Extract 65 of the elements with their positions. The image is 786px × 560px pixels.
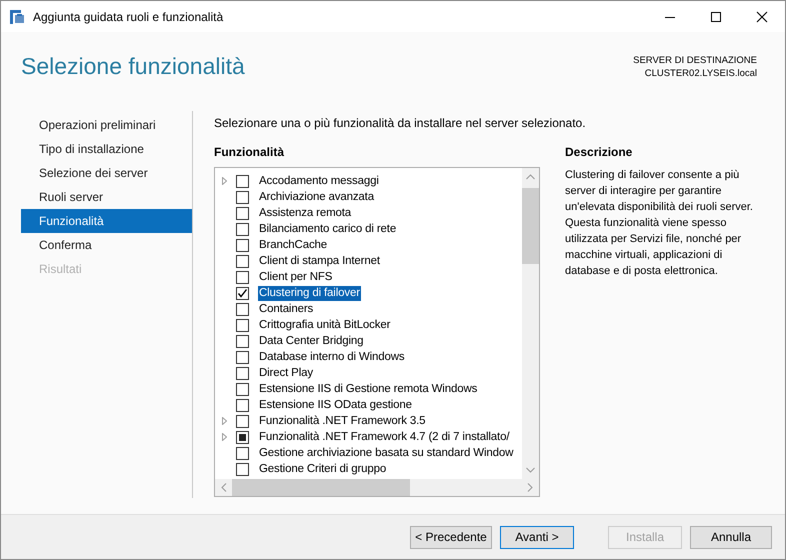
checkbox[interactable] xyxy=(236,302,249,316)
wizard-step[interactable]: Selezione dei server xyxy=(21,161,192,185)
checkbox[interactable] xyxy=(236,446,249,460)
checkbox[interactable] xyxy=(236,414,249,428)
feature-label[interactable]: Accodamento messaggi xyxy=(258,174,380,188)
expand-icon[interactable] xyxy=(222,177,227,185)
feature-label[interactable]: Estensione IIS di Gestione remota Windows xyxy=(258,382,478,396)
description-text: Clustering di failover consente a più server di interagire per garantire un'elevata disponibilità dei ruoli server. Questa funzionalità viene spesso utilizzata per Servizi file, nonché per macchine virtuali, applicazioni di database e di posta elettronica. xyxy=(565,168,754,279)
wizard-button[interactable]: Avanti > xyxy=(500,526,574,548)
checkbox[interactable] xyxy=(236,398,249,412)
wizard-step[interactable]: Ruoli server xyxy=(21,185,192,209)
wizard-step[interactable]: Operazioni preliminari xyxy=(21,113,192,137)
wizard-button[interactable]: < Precedente xyxy=(410,526,492,548)
feature-label[interactable]: Assistenza remota xyxy=(258,206,352,220)
checkbox[interactable] xyxy=(236,238,249,252)
features-heading: Funzionalità xyxy=(214,145,285,161)
page-title: Selezione funzionalità xyxy=(21,53,245,80)
checkbox[interactable] xyxy=(236,286,249,300)
feature-label[interactable]: Data Center Bridging xyxy=(258,334,364,348)
feature-label[interactable]: Clustering di failover xyxy=(258,286,361,300)
wizard-button[interactable]: Annulla xyxy=(690,526,772,548)
checkbox[interactable] xyxy=(236,382,249,396)
checkbox[interactable] xyxy=(236,174,249,188)
vertical-scrollbar[interactable] xyxy=(522,168,539,479)
checkbox[interactable] xyxy=(236,190,249,204)
expand-icon[interactable] xyxy=(222,433,227,441)
instruction-text: Selezionare una o più funzionalità da installare nel server selezionato. xyxy=(214,116,587,132)
feature-label[interactable]: Funzionalità .NET Framework 3.5 xyxy=(258,414,426,428)
checkbox[interactable] xyxy=(236,462,249,476)
checkbox[interactable] xyxy=(236,254,249,268)
feature-label[interactable]: Archiviazione avanzata xyxy=(258,190,375,204)
feature-label[interactable]: Crittografia unità BitLocker xyxy=(258,318,392,332)
wizard-step[interactable]: Tipo di installazione xyxy=(21,137,192,161)
checkbox[interactable] xyxy=(236,206,249,220)
scroll-thumb[interactable] xyxy=(232,479,410,496)
expand-icon[interactable] xyxy=(222,417,227,425)
checkbox[interactable] xyxy=(236,318,249,332)
checkbox[interactable] xyxy=(236,366,249,380)
feature-label[interactable]: Direct Play xyxy=(258,366,314,380)
feature-label[interactable]: Estensione IIS OData gestione xyxy=(258,398,413,412)
description-heading: Descrizione xyxy=(565,145,634,161)
window-title: Aggiunta guidata ruoli e funzionalità xyxy=(33,10,224,24)
checkbox[interactable] xyxy=(236,334,249,348)
feature-label[interactable]: Gestione archiviazione basata su standard Window xyxy=(258,446,514,460)
wizard-step[interactable]: Funzionalità xyxy=(21,209,192,233)
close-icon[interactable] xyxy=(756,10,768,22)
checkbox[interactable] xyxy=(236,222,249,236)
wizard-icon xyxy=(9,8,25,24)
feature-label[interactable]: Client di stampa Internet xyxy=(258,254,381,268)
horizontal-scrollbar[interactable] xyxy=(215,479,539,496)
server-label: SERVER DI DESTINAZIONE xyxy=(633,54,757,67)
maximize-icon[interactable] xyxy=(710,10,722,22)
server-name: CLUSTER02.LYSEIS.local xyxy=(644,67,757,80)
feature-label[interactable]: Bilanciamento carico di rete xyxy=(258,222,398,236)
feature-label[interactable]: Funzionalità .NET Framework 4.7 (2 di 7 installato/ xyxy=(258,430,510,444)
scroll-thumb[interactable] xyxy=(522,188,539,264)
checkbox[interactable] xyxy=(236,350,249,364)
checkbox[interactable] xyxy=(236,430,249,444)
feature-label[interactable]: Containers xyxy=(258,302,314,316)
feature-label[interactable]: BranchCache xyxy=(258,238,328,252)
feature-label[interactable]: Client per NFS xyxy=(258,270,334,284)
feature-label[interactable]: Database interno di Windows xyxy=(258,350,406,364)
wizard-step[interactable]: Conferma xyxy=(21,233,192,257)
checkbox[interactable] xyxy=(236,270,249,284)
feature-label[interactable]: Gestione Criteri di gruppo xyxy=(258,462,388,476)
